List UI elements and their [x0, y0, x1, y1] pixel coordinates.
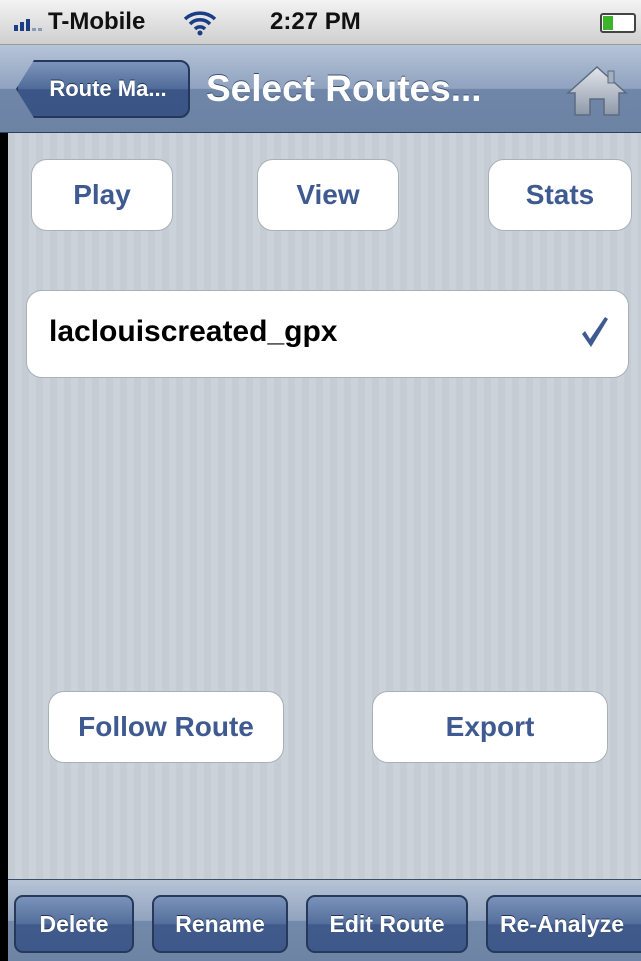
delete-button-label: Delete — [39, 910, 109, 937]
route-name: laclouiscreated_gpx — [49, 315, 338, 348]
status-bar: T-Mobile 2:27 PM — [0, 0, 641, 45]
wifi-icon — [183, 11, 217, 36]
battery-icon — [600, 13, 636, 33]
export-button[interactable]: Export — [372, 691, 608, 763]
back-button[interactable]: Route Ma... — [16, 60, 190, 118]
rename-button[interactable]: Rename — [152, 895, 288, 953]
follow-route-button[interactable]: Follow Route — [48, 691, 284, 763]
edit-route-button-label: Edit Route — [329, 910, 445, 937]
carrier: T-Mobile — [14, 8, 145, 36]
play-button[interactable]: Play — [31, 159, 173, 231]
play-button-label: Play — [73, 179, 131, 210]
view-button-label: View — [296, 179, 360, 210]
edit-route-button[interactable]: Edit Route — [306, 895, 468, 953]
bottom-toolbar: Delete Rename Edit Route Re-Analyze — [8, 879, 641, 961]
rename-button-label: Rename — [175, 910, 265, 937]
navigation-bar: Route Ma... Select Routes... — [0, 45, 641, 133]
content-area: Play View Stats laclouiscreated_gpx Foll… — [8, 133, 641, 879]
view-button[interactable]: View — [257, 159, 399, 231]
back-button-label: Route Ma... — [49, 76, 167, 101]
screen-edge — [0, 133, 8, 961]
stats-button-label: Stats — [525, 179, 595, 210]
signal-strength-icon — [14, 13, 42, 31]
home-icon[interactable] — [566, 65, 628, 117]
reanalyze-button-label: Re-Analyze — [500, 910, 624, 937]
route-list: laclouiscreated_gpx — [26, 290, 629, 378]
export-button-label: Export — [445, 711, 535, 742]
carrier-name: T-Mobile — [48, 8, 146, 35]
stats-button[interactable]: Stats — [488, 159, 632, 231]
checkmark-icon — [582, 317, 608, 347]
reanalyze-button[interactable]: Re-Analyze — [486, 895, 641, 953]
page-title: Select Routes... — [206, 68, 482, 109]
clock: 2:27 PM — [270, 8, 361, 35]
list-item[interactable]: laclouiscreated_gpx — [27, 291, 628, 377]
delete-button[interactable]: Delete — [14, 895, 134, 953]
follow-route-button-label: Follow Route — [78, 711, 254, 742]
